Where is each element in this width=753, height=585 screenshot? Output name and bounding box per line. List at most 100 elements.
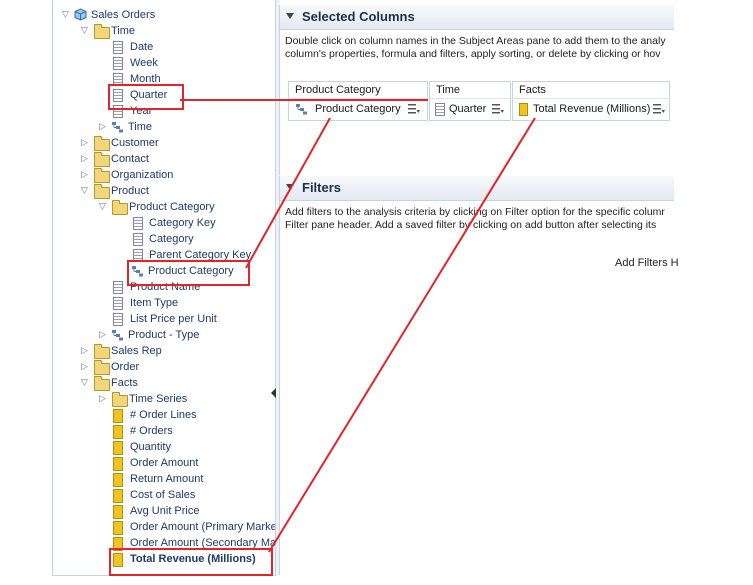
folder-icon — [94, 152, 110, 167]
tree-label: Customer — [111, 137, 159, 149]
folder-icon — [94, 184, 110, 199]
tree-label: # Order Lines — [130, 409, 197, 421]
folder-icon — [94, 168, 110, 183]
measure-icon — [113, 505, 123, 519]
tree-label: Time — [111, 25, 136, 37]
collapse-triangle-icon[interactable]: ▽ — [98, 202, 107, 211]
filters-help-1: Add filters to the analysis criteria by … — [285, 206, 665, 218]
tree-label: Product Category — [148, 265, 234, 277]
column-box-product-category[interactable]: Product Category Product Category — [288, 81, 428, 121]
column-icon — [113, 297, 123, 310]
column-icon — [113, 313, 123, 326]
folder-icon — [94, 360, 110, 375]
column-icon — [113, 73, 123, 86]
tree-label: List Price per Unit — [130, 313, 217, 325]
folder-icon — [94, 344, 110, 359]
column-folder-label: Product Category — [289, 82, 427, 99]
expand-triangle-icon[interactable]: ▷ — [80, 154, 89, 163]
selected-columns-title: Selected Columns — [302, 9, 415, 24]
tree-label: Contact — [111, 153, 149, 165]
column-icon — [113, 41, 123, 54]
tree-label: Year — [130, 105, 153, 117]
collapse-triangle-icon[interactable]: ▽ — [80, 26, 89, 35]
column-menu-icon[interactable] — [653, 103, 665, 114]
collapse-triangle-icon[interactable] — [286, 13, 294, 19]
column-icon — [113, 89, 123, 102]
column-icon — [133, 217, 143, 230]
add-filters-hint: Add Filters H — [615, 257, 679, 269]
tree-label: Item Type — [130, 297, 179, 309]
filters-title: Filters — [302, 180, 342, 195]
tree-label: Time Series — [129, 393, 188, 405]
expand-triangle-icon[interactable]: ▷ — [98, 330, 107, 339]
tree-label: Category Key — [149, 217, 216, 229]
tree-label: # Orders — [130, 425, 173, 437]
measure-icon — [113, 457, 123, 471]
expand-triangle-icon[interactable]: ▷ — [80, 346, 89, 355]
tree-label: Quantity — [130, 441, 171, 453]
column-menu-icon[interactable] — [408, 103, 420, 114]
folder-icon — [112, 200, 128, 215]
tree-label: Sales Orders — [91, 9, 156, 21]
selected-columns-help-1: Double click on column names in the Subj… — [285, 35, 666, 47]
tree-label: Product Category — [129, 201, 215, 213]
tree-label: Sales Rep — [111, 345, 162, 357]
tree-label: Order Amount — [130, 457, 199, 469]
tree-label: Time — [128, 121, 153, 133]
collapse-pane-arrow-icon[interactable] — [271, 388, 276, 398]
column-icon — [133, 249, 143, 262]
hierarchy-icon — [296, 104, 307, 115]
expand-triangle-icon[interactable]: ▷ — [80, 138, 89, 147]
folder-icon — [94, 376, 110, 391]
expand-triangle-icon[interactable]: ▷ — [80, 170, 89, 179]
selected-columns-header[interactable]: Selected Columns — [280, 5, 674, 30]
tree-label: Order Amount (Primary Marke — [130, 521, 276, 533]
measure-icon — [113, 409, 123, 423]
collapse-triangle-icon[interactable]: ▽ — [61, 10, 70, 19]
filters-header[interactable]: Filters — [280, 176, 674, 201]
collapse-triangle-icon[interactable]: ▽ — [80, 378, 89, 387]
tree-label: Total Revenue (Millions) — [130, 553, 256, 565]
column-box-total-revenue[interactable]: Facts Total Revenue (Millions) — [512, 81, 670, 121]
measure-icon — [113, 425, 123, 439]
measure-icon — [113, 473, 123, 487]
tree-label: Parent Category Key — [149, 249, 252, 261]
tree-label: Organization — [111, 169, 174, 181]
measure-icon — [113, 489, 123, 503]
column-folder-label: Facts — [513, 82, 669, 99]
column-item-label: Quarter — [449, 103, 487, 115]
collapse-triangle-icon[interactable]: ▽ — [80, 186, 89, 195]
measure-icon — [113, 521, 123, 535]
tree-label: Order — [111, 361, 140, 373]
tree-label: Quarter — [130, 89, 168, 101]
tree-label: Return Amount — [130, 473, 204, 485]
column-icon — [435, 103, 445, 116]
column-folder-label: Time — [430, 82, 510, 99]
column-box-quarter[interactable]: Time Quarter — [429, 81, 511, 121]
measure-icon — [519, 103, 528, 116]
tree-label: Week — [130, 57, 158, 69]
filters-pane: Filters Add filters to the analysis crit… — [279, 176, 674, 575]
column-menu-icon[interactable] — [492, 103, 504, 114]
selected-columns-help-2: column's properties, formula and filters… — [285, 48, 661, 60]
column-icon — [113, 105, 123, 118]
expand-triangle-icon[interactable]: ▷ — [80, 362, 89, 371]
folder-icon — [112, 392, 128, 407]
column-item-label: Product Category — [315, 103, 401, 115]
expand-triangle-icon[interactable]: ▷ — [98, 122, 107, 131]
hierarchy-icon — [112, 330, 123, 341]
expand-triangle-icon[interactable]: ▷ — [98, 394, 107, 403]
tree-label: Avg Unit Price — [130, 505, 200, 517]
subject-areas-tree: ▽ Sales Orders ▽ Time Date Week Month Qu… — [52, 0, 276, 576]
folder-icon — [94, 136, 110, 151]
measure-icon — [113, 537, 123, 551]
measure-icon — [113, 441, 123, 455]
tree-label: Product — [111, 185, 149, 197]
tree-label: Product - Type — [128, 329, 200, 341]
tree-label: Order Amount (Secondary Ma — [130, 537, 276, 549]
tree-label: Product Name — [130, 281, 201, 293]
filters-help-2: Filter pane header. Add a saved filter b… — [285, 219, 657, 231]
subject-area-icon — [74, 8, 87, 21]
collapse-triangle-icon[interactable] — [286, 184, 294, 190]
column-icon — [113, 57, 123, 70]
